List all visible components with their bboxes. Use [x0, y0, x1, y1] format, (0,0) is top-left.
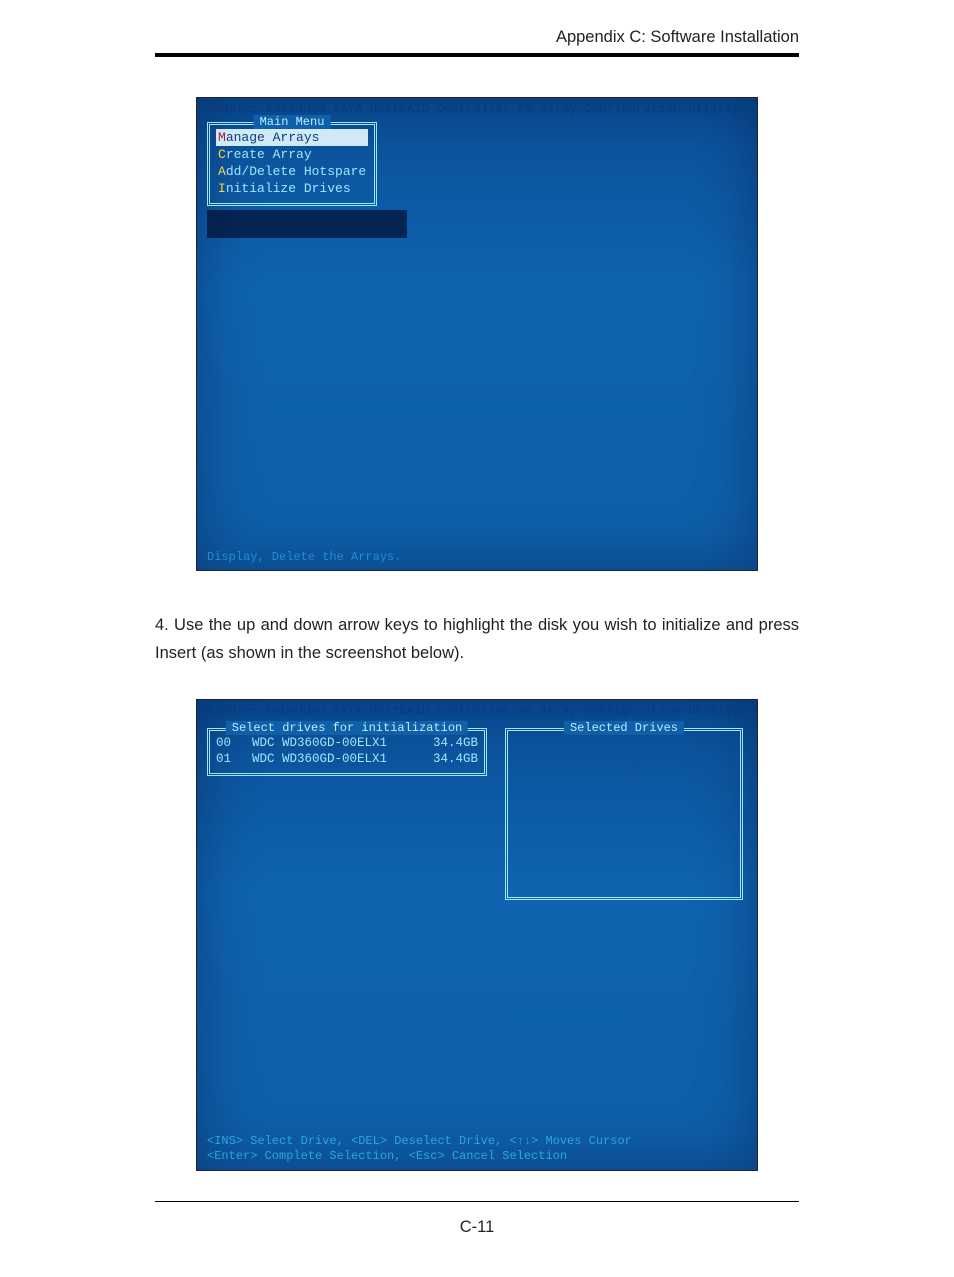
- instruction-paragraph: 4. Use the up and down arrow keys to hig…: [155, 611, 799, 667]
- bios-status-line: Display, Delete the Arrays.: [197, 548, 757, 570]
- select-drives-title: Select drives for initialization: [226, 721, 468, 735]
- hotkey: C: [218, 147, 226, 162]
- main-menu-box: Main Menu Manage Arrays Create Array Add…: [207, 122, 377, 206]
- drive-model: WDC WD360GD-00ELX1: [252, 736, 408, 750]
- footer-rule: [155, 1201, 799, 1202]
- hotkey: I: [218, 181, 226, 196]
- menu-label: reate Array: [226, 147, 312, 162]
- key-hints: <INS> Select Drive, <DEL> Deselect Drive…: [197, 1134, 757, 1170]
- screenshot-main-menu: Adaptec Embedded SATA HostRAID Controlle…: [196, 97, 758, 571]
- drive-id: 01: [216, 752, 238, 766]
- drive-model: WDC WD360GD-00ELX1: [252, 752, 408, 766]
- menu-label: anage Arrays: [226, 130, 320, 145]
- hotkey: A: [218, 164, 226, 179]
- menu-item-manage-arrays[interactable]: Manage Arrays: [216, 129, 368, 146]
- screenshot-select-drives: Adaptec Embedded SATA HostRAID Controlle…: [196, 699, 758, 1171]
- drive-row[interactable]: 00 WDC WD360GD-00ELX1 34.4GB: [216, 735, 478, 751]
- drive-size: 34.4GB: [422, 752, 478, 766]
- drive-id: 00: [216, 736, 238, 750]
- drive-size: 34.4GB: [422, 736, 478, 750]
- running-header: Appendix C: Software Installation: [155, 28, 799, 47]
- page-number: C-11: [155, 1218, 799, 1237]
- hotkey: M: [218, 130, 226, 145]
- menu-item-create-array[interactable]: Create Array: [216, 146, 368, 163]
- hint-line-2: <Enter> Complete Selection, <Esc> Cancel…: [207, 1149, 747, 1164]
- header-rule: [155, 53, 799, 57]
- menu-label: dd/Delete Hotspare: [226, 164, 366, 179]
- drive-row[interactable]: 01 WDC WD360GD-00ELX1 34.4GB: [216, 751, 478, 767]
- menu-item-add-delete-hotspare[interactable]: Add/Delete Hotspare: [216, 163, 368, 180]
- bios-title-bar: Adaptec Embedded SATA HostRAID Controlle…: [197, 700, 757, 720]
- menu-shadow: [207, 210, 407, 238]
- main-menu-title: Main Menu: [254, 115, 331, 129]
- select-drives-box: Select drives for initialization 00 WDC …: [207, 728, 487, 776]
- selected-drives-box: Selected Drives: [505, 728, 743, 900]
- hint-line-1: <INS> Select Drive, <DEL> Deselect Drive…: [207, 1134, 747, 1149]
- selected-drives-title: Selected Drives: [564, 721, 684, 735]
- menu-item-initialize-drives[interactable]: Initialize Drives: [216, 180, 368, 197]
- menu-label: nitialize Drives: [226, 181, 351, 196]
